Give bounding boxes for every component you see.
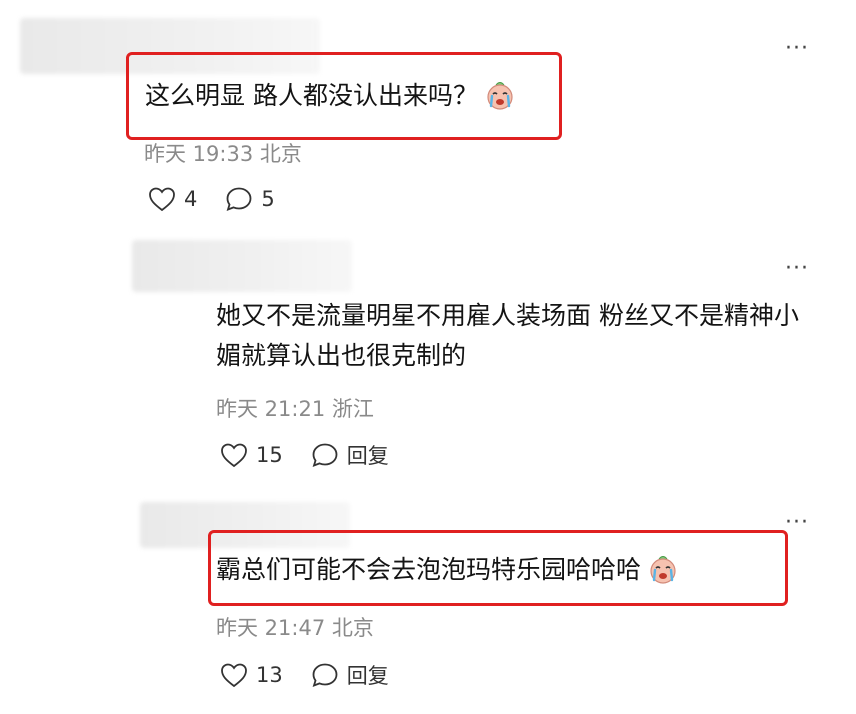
comment-bubble-icon <box>226 187 252 211</box>
like-count: 4 <box>184 187 198 211</box>
reply-button[interactable]: 回复 <box>311 440 389 470</box>
comment-timestamp: 昨天 21:21 浙江 <box>216 397 374 421</box>
comment-actions: 15 回复 <box>220 440 417 470</box>
more-options-icon[interactable]: ··· <box>785 512 809 534</box>
reply-button[interactable]: 回复 <box>311 660 389 690</box>
comment-timestamp: 昨天 19:33 北京 <box>144 142 302 166</box>
heart-icon <box>221 663 247 688</box>
comment-body: 霸总们可能不会去泡泡玛特乐园哈哈哈 <box>216 555 642 584</box>
reply-count: 5 <box>261 187 275 211</box>
comment-text: 这么明显 路人都没认出来吗？ <box>145 76 516 123</box>
reply-button[interactable]: 5 <box>225 186 275 212</box>
like-button[interactable]: 13 <box>220 662 283 688</box>
heart-icon <box>221 443 247 468</box>
reply-label: 回复 <box>346 444 389 468</box>
comment-text: 霸总们可能不会去泡泡玛特乐园哈哈哈 <box>216 550 679 597</box>
blurred-username <box>132 240 352 292</box>
heart-icon <box>149 187 175 212</box>
comment-body: 她又不是流量明星不用雇人装场面 粉丝又不是精神小媚就算认出也很克制的 <box>216 301 799 370</box>
more-options-icon[interactable]: ··· <box>785 38 809 60</box>
comment-text: 她又不是流量明星不用雇人装场面 粉丝又不是精神小媚就算认出也很克制的 <box>216 296 821 376</box>
like-button[interactable]: 15 <box>220 442 283 468</box>
like-button[interactable]: 4 <box>148 186 197 212</box>
comment-actions: 4 5 <box>148 186 303 212</box>
comment-bubble-icon <box>312 663 338 687</box>
comment-bubble-icon <box>312 443 338 467</box>
like-count: 13 <box>256 663 283 687</box>
like-count: 15 <box>256 443 283 467</box>
more-options-icon[interactable]: ··· <box>785 258 809 280</box>
comment-body: 这么明显 路人都没认出来吗？ <box>145 81 478 110</box>
comment-actions: 13 回复 <box>220 660 417 690</box>
comment-timestamp: 昨天 21:47 北京 <box>216 616 374 640</box>
reply-label: 回复 <box>346 664 389 688</box>
crying-face-icon <box>484 79 516 123</box>
crying-face-icon <box>647 553 679 597</box>
